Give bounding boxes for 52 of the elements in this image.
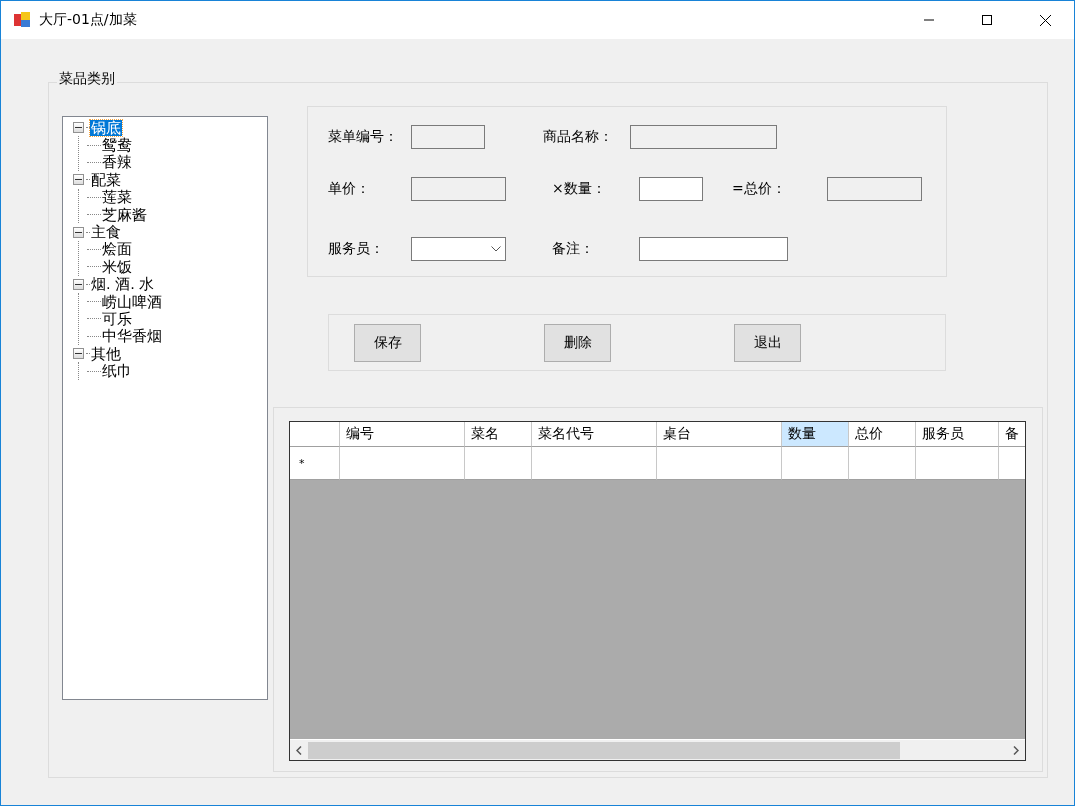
column-header[interactable]: 菜名代号 — [532, 422, 657, 447]
tree-item[interactable]: 芝麻酱 — [101, 206, 148, 223]
group-label: 菜品类别 — [57, 70, 117, 88]
field-label: 菜单编号： — [328, 127, 399, 146]
tree-item[interactable]: 米饭 — [101, 258, 133, 275]
collapse-icon[interactable] — [73, 348, 84, 360]
close-icon — [1039, 14, 1051, 26]
tree-item[interactable]: 中华香烟 — [101, 328, 163, 345]
table-cell — [465, 447, 532, 480]
scroll-left-icon[interactable] — [296, 745, 302, 755]
field-label: 服务员： — [328, 239, 385, 258]
tree-item[interactable]: 锅底 — [90, 119, 122, 136]
tree-item[interactable]: 主食 — [90, 224, 122, 241]
tree-item[interactable]: 纸巾 — [101, 363, 133, 380]
scroll-right-icon[interactable] — [1013, 745, 1019, 755]
tree-item[interactable]: 香辣 — [101, 154, 133, 171]
tree-item[interactable]: 烩面 — [101, 241, 133, 258]
chevron-down-icon — [491, 245, 501, 252]
field-label: 商品名称： — [543, 127, 614, 146]
collapse-icon[interactable] — [73, 122, 84, 134]
app-icon — [13, 11, 31, 29]
table-cell — [849, 447, 916, 480]
action-button[interactable]: 删除 — [544, 323, 611, 362]
column-header[interactable]: 总价 — [849, 422, 916, 447]
column-header[interactable]: 编号 — [340, 422, 465, 447]
column-header[interactable]: 服务员 — [916, 422, 999, 447]
tree-item[interactable]: 烟. 酒. 水 — [90, 276, 156, 293]
table-cell — [782, 447, 849, 480]
maximize-icon — [982, 15, 992, 25]
input-field[interactable] — [639, 177, 703, 202]
tree-item[interactable]: 莲菜 — [101, 189, 133, 206]
collapse-icon[interactable] — [73, 174, 84, 186]
input-field[interactable] — [639, 236, 788, 261]
column-header[interactable]: 菜名 — [465, 422, 532, 447]
field-label: =总价： — [732, 180, 787, 199]
collapse-icon[interactable] — [73, 226, 84, 238]
field-label: ×数量： — [552, 180, 607, 199]
field-label: 单价： — [328, 180, 371, 199]
window-title: 大厅-01点/加菜 — [39, 11, 137, 29]
column-header[interactable]: 桌台 — [657, 422, 782, 447]
tree-item[interactable]: 其他 — [90, 345, 122, 362]
tree-item[interactable]: 可乐 — [101, 311, 133, 327]
dropdown-field[interactable] — [411, 236, 506, 261]
tree-item[interactable]: 崂山啤酒 — [101, 293, 163, 310]
action-button[interactable]: 退出 — [734, 323, 801, 362]
action-button[interactable]: 保存 — [354, 323, 421, 362]
field-label: 备注： — [552, 239, 595, 258]
column-header[interactable]: 数量 — [782, 422, 849, 447]
tree-item[interactable]: 配菜 — [90, 171, 122, 188]
horizontal-scrollbar[interactable] — [290, 739, 1025, 760]
collapse-icon[interactable] — [73, 278, 84, 290]
tree-item[interactable]: 鸳鸯 — [101, 137, 133, 154]
